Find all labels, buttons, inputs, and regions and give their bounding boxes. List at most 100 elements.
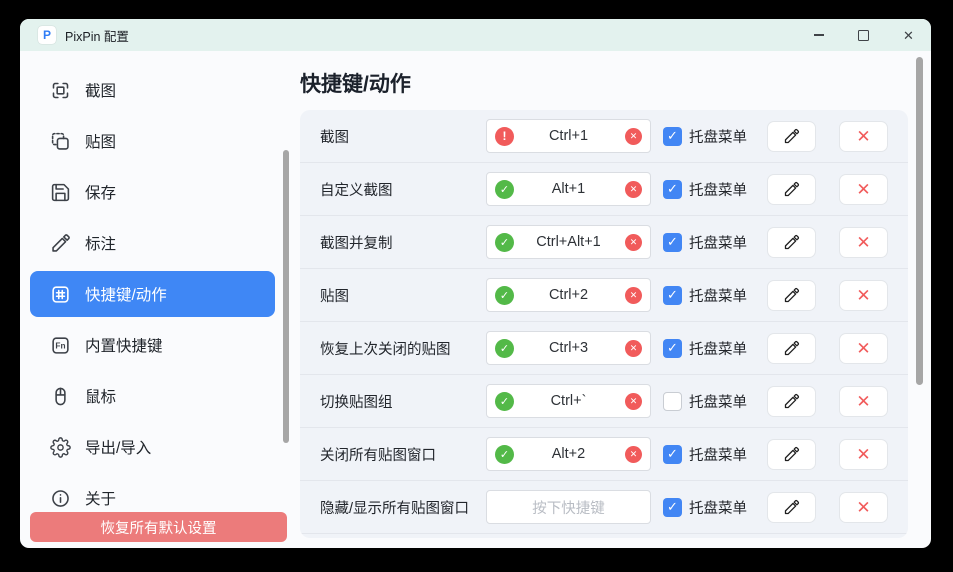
- hotkey-row-label: 恢复上次关闭的贴图: [320, 338, 486, 359]
- sidebar-item-label: 保存: [85, 181, 116, 203]
- gear-icon: [50, 437, 71, 458]
- edit-hotkey-button[interactable]: [767, 386, 816, 417]
- hotkey-row-label: 截图并复制: [320, 232, 486, 253]
- tray-menu-checkbox[interactable]: ✓: [663, 286, 682, 305]
- sidebar-scrollbar[interactable]: [283, 150, 289, 443]
- mouse-icon: [50, 386, 71, 407]
- close-button[interactable]: ✕: [886, 19, 931, 51]
- hotkey-row: 关闭所有贴图窗口 ✓ Alt+2 ✕ ✓ 托盘菜单 ✕: [300, 428, 908, 481]
- svg-text:Fn: Fn: [55, 340, 65, 350]
- delete-hotkey-button[interactable]: ✕: [839, 386, 888, 417]
- clear-hotkey-icon[interactable]: ✕: [625, 340, 642, 357]
- sidebar-item-pin-image[interactable]: 贴图: [30, 118, 275, 164]
- hotkey-value: Ctrl+`: [551, 393, 587, 409]
- hotkey-row: 截图并复制 ✓ Ctrl+Alt+1 ✕ ✓ 托盘菜单 ✕: [300, 216, 908, 269]
- clear-hotkey-icon[interactable]: ✕: [625, 181, 642, 198]
- pixpin-config-window: P PixPin 配置 ✕ 截图 贴图 保存 标注 快捷键/动作 Fn 内置快捷…: [20, 19, 931, 548]
- pencil-icon: [783, 393, 800, 410]
- minimize-icon: [814, 34, 824, 36]
- delete-hotkey-button[interactable]: ✕: [839, 333, 888, 364]
- delete-hotkey-button[interactable]: ✕: [839, 174, 888, 205]
- sidebar-item-builtin-hotkeys[interactable]: Fn 内置快捷键: [30, 322, 275, 368]
- sidebar-item-save[interactable]: 保存: [30, 169, 275, 215]
- sidebar-item-annotate[interactable]: 标注: [30, 220, 275, 266]
- clear-hotkey-icon[interactable]: ✕: [625, 128, 642, 145]
- edit-hotkey-button[interactable]: [767, 227, 816, 258]
- status-ok-icon: ✓: [495, 286, 514, 305]
- hotkey-value: Alt+1: [552, 181, 585, 197]
- tray-menu-checkbox[interactable]: ✓: [663, 127, 682, 146]
- hotkey-row: 自定义截图 ✓ Alt+1 ✕ ✓ 托盘菜单 ✕: [300, 163, 908, 216]
- sidebar-item-label: 快捷键/动作: [85, 283, 167, 305]
- tray-menu-checkbox[interactable]: ✓: [663, 339, 682, 358]
- edit-hotkey-button[interactable]: [767, 121, 816, 152]
- pencil-icon: [783, 499, 800, 516]
- edit-hotkey-button[interactable]: [767, 439, 816, 470]
- sidebar-item-label: 内置快捷键: [85, 334, 163, 356]
- hotkey-value: Ctrl+2: [549, 287, 588, 303]
- tray-menu-label: 托盘菜单: [689, 179, 749, 200]
- hotkey-input[interactable]: ✓ Alt+2 ✕: [486, 437, 651, 471]
- pencil-icon: [783, 234, 800, 251]
- sidebar-item-hotkeys-actions[interactable]: 快捷键/动作: [30, 271, 275, 317]
- hotkey-row-label: 切换贴图组: [320, 391, 486, 412]
- hotkey-input[interactable]: ✓ Ctrl+Alt+1 ✕: [486, 225, 651, 259]
- status-ok-icon: ✓: [495, 445, 514, 464]
- clear-hotkey-icon[interactable]: ✕: [625, 287, 642, 304]
- hotkey-input[interactable]: ✓ Ctrl+` ✕: [486, 384, 651, 418]
- hotkey-input[interactable]: ✓ Ctrl+2 ✕: [486, 278, 651, 312]
- copy-icon: [50, 131, 71, 152]
- close-icon: ✕: [903, 29, 914, 42]
- delete-hotkey-button[interactable]: ✕: [839, 280, 888, 311]
- tray-menu-checkbox[interactable]: ✓: [663, 498, 682, 517]
- maximize-button[interactable]: [841, 19, 886, 51]
- tray-menu-label: 托盘菜单: [689, 444, 749, 465]
- edit-hotkey-button[interactable]: [767, 174, 816, 205]
- sidebar: 截图 贴图 保存 标注 快捷键/动作 Fn 内置快捷键 鼠标 导出/导入 关于: [30, 67, 275, 521]
- sidebar-item-export-import[interactable]: 导出/导入: [30, 424, 275, 470]
- save-icon: [50, 182, 71, 203]
- clear-hotkey-icon[interactable]: ✕: [625, 446, 642, 463]
- hotkey-row-label: 自定义截图: [320, 179, 486, 200]
- tray-menu-label: 托盘菜单: [689, 338, 749, 359]
- tray-menu-checkbox[interactable]: ✓: [663, 233, 682, 252]
- delete-hotkey-button[interactable]: ✕: [839, 492, 888, 523]
- window-title: PixPin 配置: [65, 26, 129, 45]
- content-scrollbar[interactable]: [916, 57, 923, 385]
- page-title: 快捷键/动作: [300, 68, 411, 98]
- edit-hotkey-button[interactable]: [767, 333, 816, 364]
- hotkey-value: Ctrl+1: [549, 128, 588, 144]
- edit-hotkey-button[interactable]: [767, 280, 816, 311]
- delete-hotkey-button[interactable]: ✕: [839, 121, 888, 152]
- restore-defaults-button[interactable]: 恢复所有默认设置: [30, 512, 287, 542]
- sidebar-item-label: 截图: [85, 79, 116, 101]
- minimize-button[interactable]: [796, 19, 841, 51]
- clear-hotkey-icon[interactable]: ✕: [625, 234, 642, 251]
- tray-menu-checkbox[interactable]: [663, 392, 682, 411]
- pencil-icon: [783, 446, 800, 463]
- tray-menu-checkbox[interactable]: ✓: [663, 180, 682, 199]
- delete-hotkey-button[interactable]: ✕: [839, 227, 888, 258]
- hotkey-value: Alt+2: [552, 446, 585, 462]
- titlebar: P PixPin 配置 ✕: [20, 19, 931, 51]
- sidebar-item-label: 贴图: [85, 130, 116, 152]
- hotkey-row-label: 关闭所有贴图窗口: [320, 444, 486, 465]
- sidebar-item-label: 关于: [85, 487, 116, 509]
- hotkey-input[interactable]: ✓ Ctrl+3 ✕: [486, 331, 651, 365]
- status-ok-icon: ✓: [495, 180, 514, 199]
- tray-menu-checkbox[interactable]: ✓: [663, 445, 682, 464]
- pencil-icon: [783, 287, 800, 304]
- clear-hotkey-icon[interactable]: ✕: [625, 393, 642, 410]
- delete-hotkey-button[interactable]: ✕: [839, 439, 888, 470]
- hotkey-input[interactable]: ✓ Alt+1 ✕: [486, 172, 651, 206]
- hotkey-input[interactable]: ! Ctrl+1 ✕: [486, 119, 651, 153]
- hotkey-input[interactable]: 按下快捷键: [486, 490, 651, 524]
- sidebar-item-screenshot[interactable]: 截图: [30, 67, 275, 113]
- hotkey-row-label: 截图: [320, 126, 486, 147]
- hotkey-value: Ctrl+3: [549, 340, 588, 356]
- pixpin-app-icon: P: [38, 26, 56, 44]
- sidebar-item-mouse[interactable]: 鼠标: [30, 373, 275, 419]
- window-controls: ✕: [796, 19, 931, 51]
- status-ok-icon: ✓: [495, 233, 514, 252]
- edit-hotkey-button[interactable]: [767, 492, 816, 523]
